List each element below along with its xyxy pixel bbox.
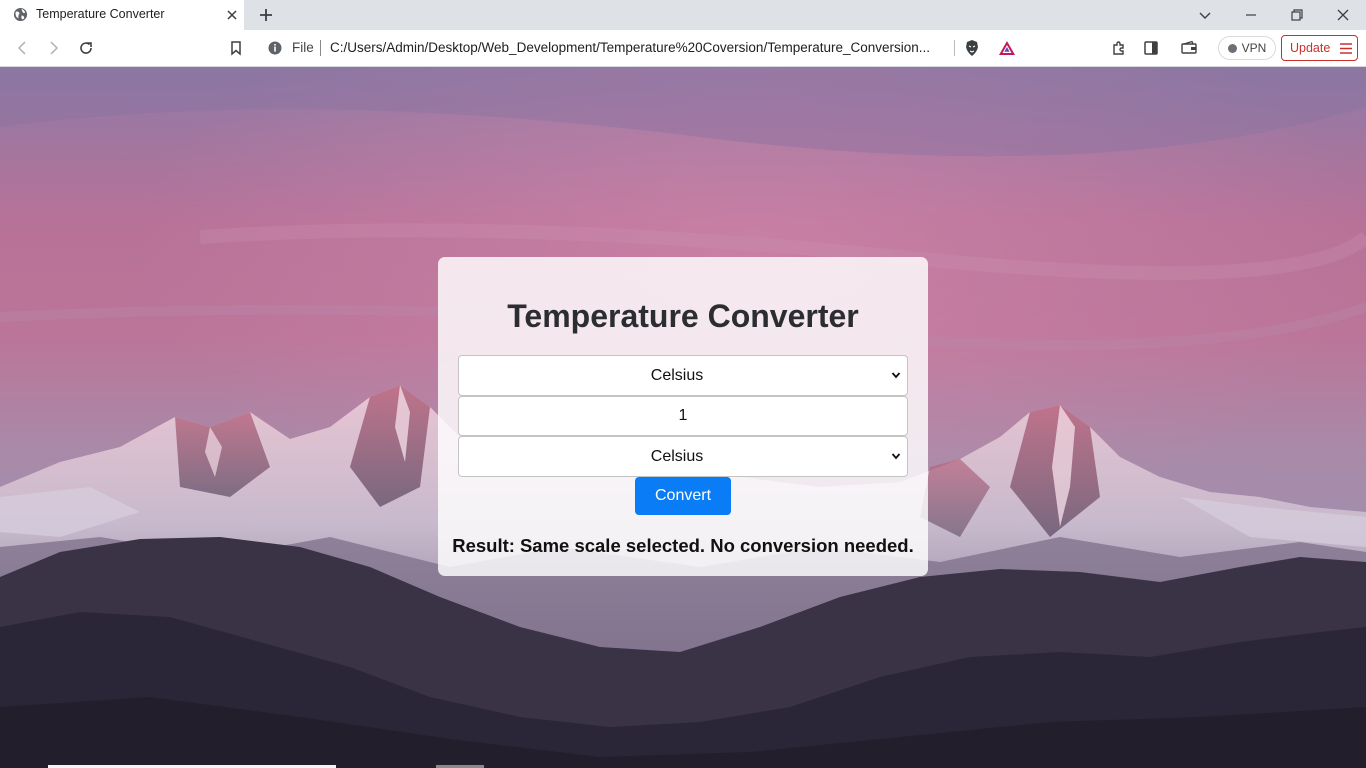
bookmark-icon[interactable] xyxy=(226,38,246,58)
minimize-icon[interactable] xyxy=(1241,5,1261,25)
update-label: Update xyxy=(1290,41,1331,55)
to-scale-select[interactable]: Celsius xyxy=(458,436,908,477)
convert-button[interactable]: Convert xyxy=(635,477,731,515)
from-scale-select[interactable]: Celsius xyxy=(458,355,908,396)
restore-icon[interactable] xyxy=(1287,5,1307,25)
browser-toolbar: File C:/Users/Admin/Desktop/Web_Developm… xyxy=(0,30,1366,67)
result-text: Result: Same scale selected. No conversio… xyxy=(438,535,928,557)
close-window-icon[interactable] xyxy=(1333,5,1353,25)
converter-card: Temperature Converter Celsius Celsius Co… xyxy=(438,257,928,576)
temperature-input[interactable] xyxy=(458,396,908,436)
url-scheme-label: File xyxy=(292,40,314,55)
to-scale-value: Celsius xyxy=(650,448,704,465)
vpn-status-dot-icon xyxy=(1227,43,1237,53)
vpn-button[interactable]: VPN xyxy=(1218,36,1276,60)
wallet-icon[interactable] xyxy=(1179,38,1199,58)
tab-title: Temperature Converter xyxy=(36,7,165,21)
brave-shields-lion-icon[interactable] xyxy=(962,38,982,58)
tab-strip: Temperature Converter xyxy=(0,0,1366,30)
site-info-icon[interactable] xyxy=(268,41,282,55)
update-button[interactable]: Update xyxy=(1281,35,1358,61)
new-tab-plus-icon[interactable] xyxy=(256,5,276,25)
extensions-puzzle-icon[interactable] xyxy=(1109,38,1129,58)
sidebar-toggle-icon[interactable] xyxy=(1141,38,1161,58)
chevron-down-icon xyxy=(891,372,901,379)
result-message: Same scale selected. No conversion neede… xyxy=(519,535,914,556)
result-label: Result: xyxy=(452,535,515,556)
url-text[interactable]: C:/Users/Admin/Desktop/Web_Development/T… xyxy=(330,40,948,55)
from-scale-value: Celsius xyxy=(650,367,704,384)
page-title: Temperature Converter xyxy=(507,298,859,334)
url-separator-right xyxy=(954,40,955,56)
globe-icon xyxy=(13,7,28,22)
tab-search-chevron-icon[interactable] xyxy=(1195,5,1215,25)
reload-icon[interactable] xyxy=(76,38,96,58)
browser-tab-active[interactable]: Temperature Converter xyxy=(0,0,244,30)
forward-arrow-icon[interactable] xyxy=(44,38,64,58)
brave-rewards-triangle-icon[interactable] xyxy=(997,38,1017,58)
hamburger-menu-icon xyxy=(1340,43,1352,54)
url-separator xyxy=(320,40,321,56)
vpn-label: VPN xyxy=(1241,41,1267,55)
address-bar[interactable]: File C:/Users/Admin/Desktop/Web_Developm… xyxy=(258,34,1024,62)
web-page: Temperature Converter Celsius Celsius Co… xyxy=(0,67,1366,768)
back-arrow-icon[interactable] xyxy=(12,38,32,58)
close-tab-icon[interactable] xyxy=(224,7,240,23)
chevron-down-icon xyxy=(891,453,901,460)
